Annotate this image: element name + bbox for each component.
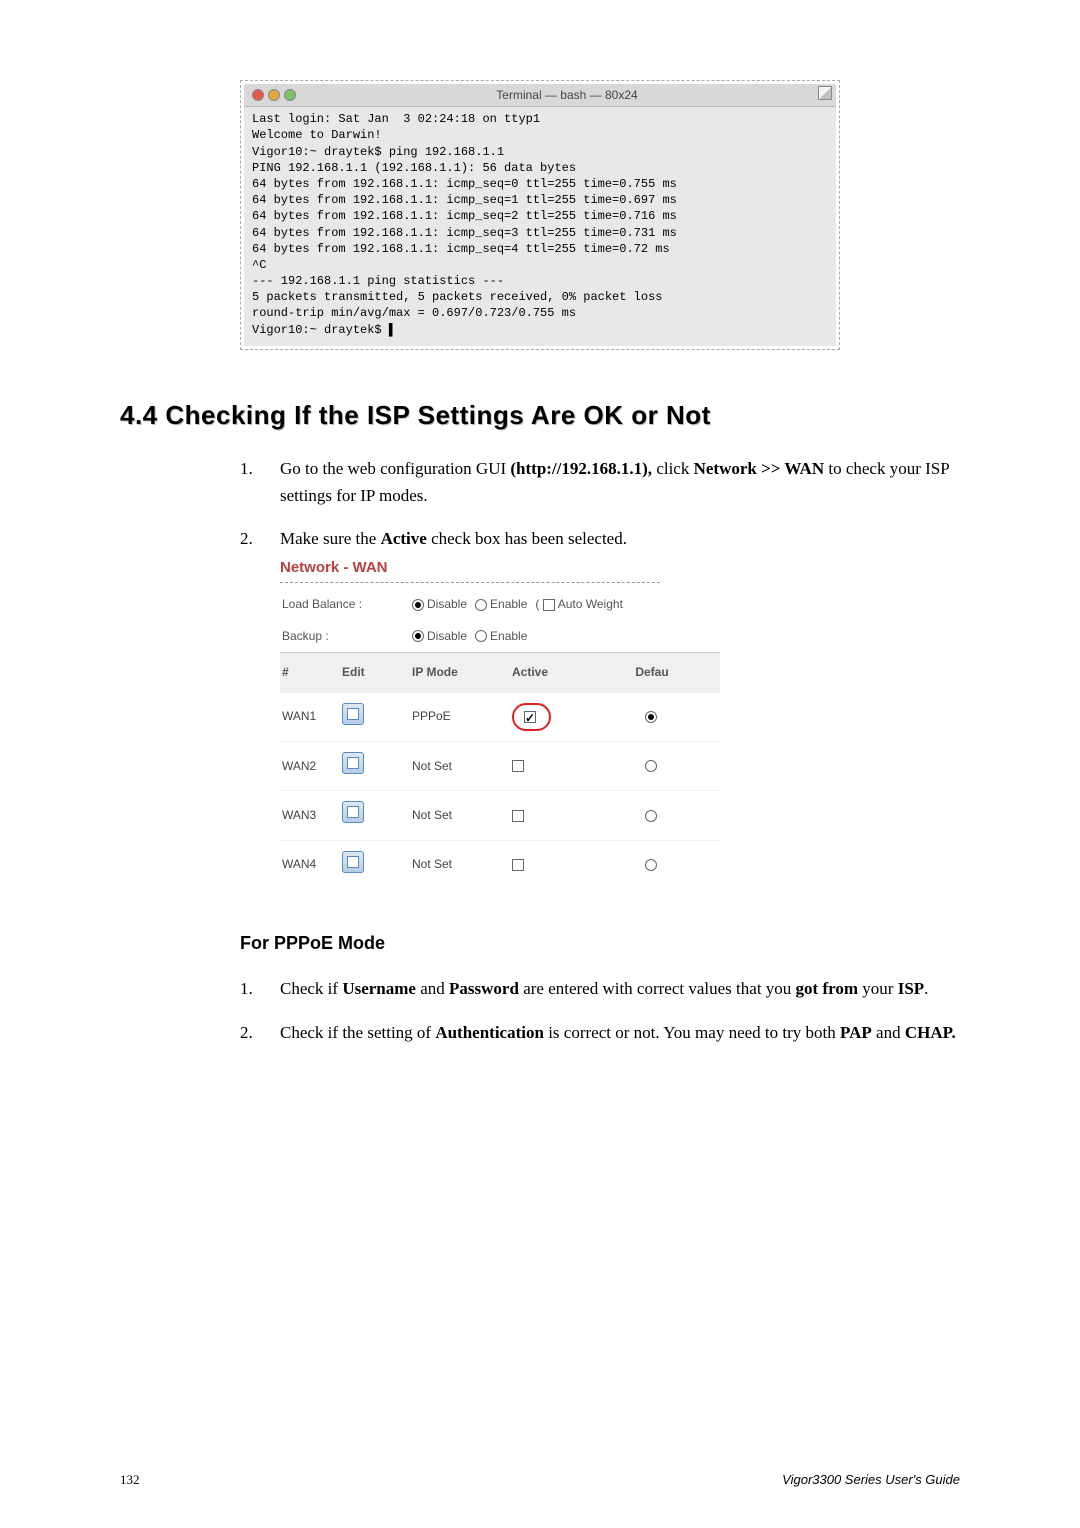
page-footer: 132 Vigor3300 Series User's Guide bbox=[120, 1472, 960, 1488]
dogear-icon bbox=[818, 86, 832, 100]
table-row: WAN1 PPPoE bbox=[280, 692, 720, 741]
highlight-circle bbox=[512, 703, 551, 730]
step-number: 2. bbox=[240, 1019, 280, 1046]
default-radio[interactable] bbox=[645, 859, 657, 871]
step-1: 1. Go to the web configuration GUI (http… bbox=[240, 455, 960, 509]
ip-mode: Not Set bbox=[412, 757, 512, 776]
option-label: Enable bbox=[490, 629, 527, 643]
default-radio[interactable] bbox=[645, 760, 657, 772]
option-label: Enable bbox=[490, 597, 527, 611]
backup-disable-radio[interactable] bbox=[412, 630, 424, 642]
text-bold: Username bbox=[342, 979, 416, 998]
text: your bbox=[858, 979, 898, 998]
text: are entered with correct values that you bbox=[519, 979, 796, 998]
load-balance-row: Load Balance : Disable Enable ( Auto Wei… bbox=[280, 589, 720, 620]
step-number: 1. bbox=[240, 975, 280, 1002]
load-balance-enable-radio[interactable] bbox=[475, 599, 487, 611]
terminal-titlebar: Terminal — bash — 80x24 bbox=[244, 84, 836, 107]
guide-title: Vigor3300 Series User's Guide bbox=[782, 1472, 960, 1488]
text: and bbox=[872, 1023, 905, 1042]
active-checkbox[interactable] bbox=[512, 760, 524, 772]
terminal-output: Last login: Sat Jan 3 02:24:18 on ttyp1 … bbox=[244, 107, 836, 346]
active-checkbox[interactable] bbox=[512, 810, 524, 822]
text-bold: (http://192.168.1.1), bbox=[510, 459, 652, 478]
table-row: WAN3 Not Set bbox=[280, 790, 720, 839]
text-bold: CHAP. bbox=[905, 1023, 956, 1042]
text: Make sure the bbox=[280, 529, 381, 548]
default-radio[interactable] bbox=[645, 711, 657, 723]
table-row: WAN2 Not Set bbox=[280, 741, 720, 790]
text: click bbox=[652, 459, 694, 478]
text: and bbox=[416, 979, 449, 998]
default-radio[interactable] bbox=[645, 810, 657, 822]
zoom-icon[interactable] bbox=[284, 89, 296, 101]
col-num: # bbox=[282, 663, 342, 682]
ip-mode: Not Set bbox=[412, 806, 512, 825]
edit-icon[interactable] bbox=[342, 851, 364, 873]
load-balance-disable-radio[interactable] bbox=[412, 599, 424, 611]
wan-name: WAN4 bbox=[282, 855, 342, 874]
page-number: 132 bbox=[120, 1472, 140, 1488]
text-bold: Active bbox=[381, 529, 427, 548]
network-wan-title: Network - WAN bbox=[280, 556, 660, 583]
step-2: 2. Make sure the Active check box has be… bbox=[240, 525, 960, 889]
backup-label: Backup : bbox=[282, 627, 412, 646]
close-icon[interactable] bbox=[252, 89, 264, 101]
backup-enable-radio[interactable] bbox=[475, 630, 487, 642]
text: Check if bbox=[280, 979, 342, 998]
text: Check if the setting of bbox=[280, 1023, 435, 1042]
terminal-window: Terminal — bash — 80x24 Last login: Sat … bbox=[240, 80, 840, 350]
col-mode: IP Mode bbox=[412, 663, 512, 682]
ip-mode: Not Set bbox=[412, 855, 512, 874]
text-bold: ISP bbox=[898, 979, 924, 998]
text: is correct or not. You may need to try b… bbox=[544, 1023, 840, 1042]
active-checkbox[interactable] bbox=[524, 711, 536, 723]
active-checkbox[interactable] bbox=[512, 859, 524, 871]
load-balance-label: Load Balance : bbox=[282, 595, 412, 614]
step-number: 2. bbox=[240, 525, 280, 889]
edit-icon[interactable] bbox=[342, 752, 364, 774]
wan-name: WAN2 bbox=[282, 757, 342, 776]
col-active: Active bbox=[512, 663, 622, 682]
auto-weight-checkbox[interactable] bbox=[543, 599, 555, 611]
text: check box has been selected. bbox=[427, 529, 627, 548]
option-label: Disable bbox=[427, 629, 467, 643]
text: . bbox=[924, 979, 928, 998]
wan-name: WAN3 bbox=[282, 806, 342, 825]
option-label: Disable bbox=[427, 597, 467, 611]
backup-row: Backup : Disable Enable bbox=[280, 621, 720, 652]
wan-grid-header: # Edit IP Mode Active Defau bbox=[280, 652, 720, 692]
section-heading: 4.4 Checking If the ISP Settings Are OK … bbox=[120, 400, 960, 431]
ip-mode: PPPoE bbox=[412, 707, 512, 726]
terminal-title: Terminal — bash — 80x24 bbox=[306, 87, 828, 103]
pppoe-step-2: 2. Check if the setting of Authenticatio… bbox=[240, 1019, 960, 1046]
text-bold: Password bbox=[449, 979, 519, 998]
edit-icon[interactable] bbox=[342, 801, 364, 823]
minimize-icon[interactable] bbox=[268, 89, 280, 101]
option-label: Auto Weight bbox=[558, 597, 623, 611]
text-bold: Authentication bbox=[435, 1023, 544, 1042]
col-default: Defau bbox=[622, 663, 682, 682]
text: Go to the web configuration GUI bbox=[280, 459, 510, 478]
step-number: 1. bbox=[240, 455, 280, 509]
text-bold: Network >> WAN bbox=[694, 459, 825, 478]
wan-name: WAN1 bbox=[282, 707, 342, 726]
edit-icon[interactable] bbox=[342, 703, 364, 725]
table-row: WAN4 Not Set bbox=[280, 840, 720, 889]
text-bold: got from bbox=[796, 979, 858, 998]
pppoe-heading: For PPPoE Mode bbox=[240, 929, 960, 958]
text-bold: PAP bbox=[840, 1023, 872, 1042]
col-edit: Edit bbox=[342, 663, 412, 682]
pppoe-step-1: 1. Check if Username and Password are en… bbox=[240, 975, 960, 1002]
wan-table: Load Balance : Disable Enable ( Auto Wei… bbox=[280, 589, 720, 888]
